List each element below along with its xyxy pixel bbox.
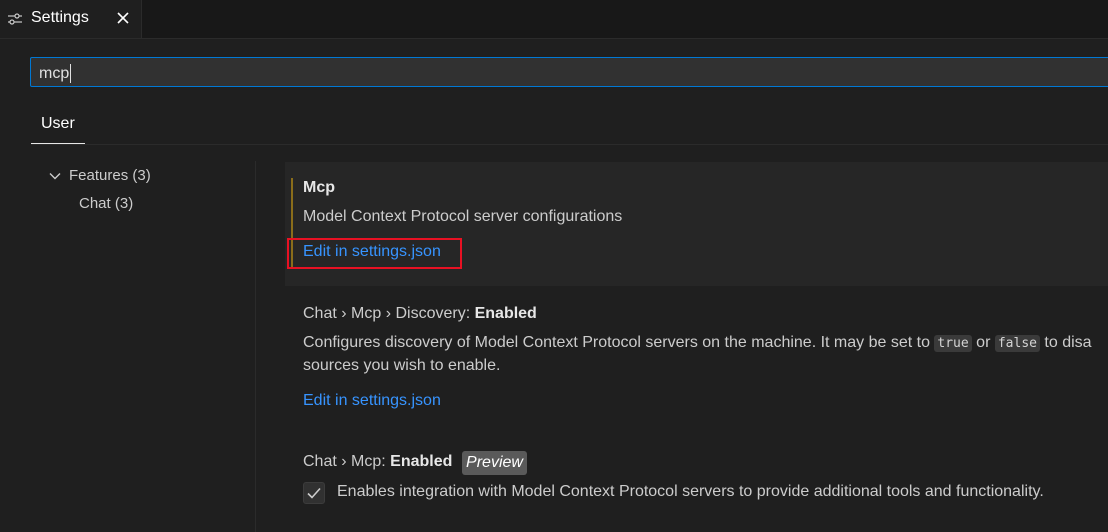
toc-divider: [255, 161, 256, 532]
settings-tab[interactable]: Settings: [0, 0, 142, 38]
mcp-enabled-checkbox[interactable]: [303, 482, 325, 504]
tab-user[interactable]: User: [31, 114, 85, 144]
setting-mcp-title: Mcp: [303, 179, 335, 197]
tab-title: Settings: [31, 9, 89, 26]
setting-discovery-description-line2: sources you wish to enable.: [303, 357, 501, 374]
settings-sliders-icon: [8, 13, 22, 25]
text-caret: [70, 64, 72, 83]
mcp-enabled-checkbox-label: Enables integration with Model Context P…: [337, 483, 1044, 500]
setting-discovery-name: Enabled: [474, 305, 537, 322]
setting-mcp-enabled-title: Chat › Mcp: Enabled: [303, 453, 452, 471]
scope-tabs-divider: [31, 144, 1108, 145]
settings-search-input[interactable]: mcp: [30, 57, 1108, 87]
preview-badge: Preview: [462, 451, 527, 475]
search-input-value: mcp: [39, 64, 70, 82]
toc-item-chat[interactable]: Chat (3): [79, 195, 133, 212]
setting-discovery-description: Configures discovery of Model Context Pr…: [303, 334, 1092, 352]
toc-item-features[interactable]: Features (3): [69, 167, 151, 184]
description-text: to disa: [1039, 334, 1092, 351]
setting-discovery-category: Chat › Mcp › Discovery:: [303, 305, 475, 322]
setting-discovery-title: Chat › Mcp › Discovery: Enabled: [303, 305, 537, 323]
chevron-down-icon[interactable]: [49, 170, 61, 182]
edit-in-settings-json-link[interactable]: Edit in settings.json: [303, 392, 441, 410]
code-false: false: [994, 335, 1040, 352]
checkmark-icon: [307, 487, 321, 499]
setting-mcp-name: Mcp: [303, 179, 335, 196]
setting-mcp-enabled-category: Chat › Mcp:: [303, 453, 391, 470]
editor-tab-bar: Settings: [0, 0, 1108, 39]
close-icon[interactable]: [115, 10, 131, 26]
setting-mcp-enabled-name: Enabled: [390, 453, 453, 470]
description-text: Configures discovery of Model Context Pr…: [303, 334, 935, 351]
annotation-highlight-box: [287, 238, 462, 269]
description-text: or: [971, 334, 995, 351]
code-true: true: [934, 335, 972, 352]
setting-mcp-description: Model Context Protocol server configurat…: [303, 208, 623, 225]
tab-user-label: User: [41, 115, 75, 132]
